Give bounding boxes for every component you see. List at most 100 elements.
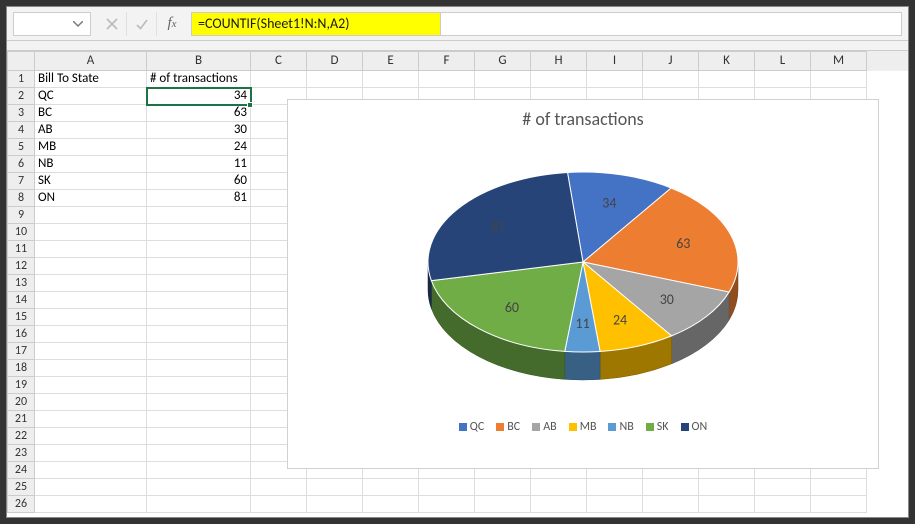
cell-B16[interactable] <box>147 326 251 343</box>
row-header-19[interactable]: 19 <box>7 377 35 394</box>
spreadsheet-grid[interactable]: ABCDEFGHIJKLM 1Bill To State# of transac… <box>7 51 908 517</box>
cell-K25[interactable] <box>699 479 755 496</box>
cell-E25[interactable] <box>363 479 419 496</box>
row-header-18[interactable]: 18 <box>7 360 35 377</box>
row-header-1[interactable]: 1 <box>7 71 35 88</box>
cell-A22[interactable] <box>35 428 147 445</box>
cell-D26[interactable] <box>307 496 363 513</box>
cell-E1[interactable] <box>363 71 419 88</box>
cell-A8[interactable]: ON <box>35 190 147 207</box>
cell-B24[interactable] <box>147 462 251 479</box>
col-header-H[interactable]: H <box>531 51 587 71</box>
cell-A23[interactable] <box>35 445 147 462</box>
row-header-22[interactable]: 22 <box>7 428 35 445</box>
cell-A17[interactable] <box>35 343 147 360</box>
cell-A1[interactable]: Bill To State <box>35 71 147 88</box>
cell-K1[interactable] <box>699 71 755 88</box>
row-header-3[interactable]: 3 <box>7 105 35 122</box>
cell-H1[interactable] <box>531 71 587 88</box>
cell-B22[interactable] <box>147 428 251 445</box>
cell-C25[interactable] <box>251 479 307 496</box>
cell-G1[interactable] <box>475 71 531 88</box>
cell-B21[interactable] <box>147 411 251 428</box>
cell-A7[interactable]: SK <box>35 173 147 190</box>
cell-A2[interactable]: QC <box>35 88 147 105</box>
row-header-10[interactable]: 10 <box>7 224 35 241</box>
cell-B25[interactable] <box>147 479 251 496</box>
cell-B23[interactable] <box>147 445 251 462</box>
select-all-corner[interactable] <box>7 51 35 71</box>
cell-A10[interactable] <box>35 224 147 241</box>
cell-B26[interactable] <box>147 496 251 513</box>
cell-B3[interactable]: 63 <box>147 105 251 122</box>
col-header-M[interactable]: M <box>811 51 867 71</box>
row-header-20[interactable]: 20 <box>7 394 35 411</box>
cell-B18[interactable] <box>147 360 251 377</box>
row-header-12[interactable]: 12 <box>7 258 35 275</box>
cell-K26[interactable] <box>699 496 755 513</box>
cell-B4[interactable]: 30 <box>147 122 251 139</box>
cell-B11[interactable] <box>147 241 251 258</box>
cell-I25[interactable] <box>587 479 643 496</box>
legend-item-NB[interactable]: NB <box>608 420 633 434</box>
cell-L1[interactable] <box>755 71 811 88</box>
cell-C1[interactable] <box>251 71 307 88</box>
cell-M26[interactable] <box>811 496 867 513</box>
cell-A15[interactable] <box>35 309 147 326</box>
cell-B10[interactable] <box>147 224 251 241</box>
legend-item-QC[interactable]: QC <box>459 420 484 434</box>
cell-I26[interactable] <box>587 496 643 513</box>
row-header-26[interactable]: 26 <box>7 496 35 513</box>
cell-A4[interactable]: AB <box>35 122 147 139</box>
row-header-25[interactable]: 25 <box>7 479 35 496</box>
legend-item-MB[interactable]: MB <box>569 420 597 434</box>
row-header-17[interactable]: 17 <box>7 343 35 360</box>
cell-A13[interactable] <box>35 275 147 292</box>
cell-B9[interactable] <box>147 207 251 224</box>
col-header-E[interactable]: E <box>363 51 419 71</box>
cell-J1[interactable] <box>643 71 699 88</box>
cell-B20[interactable] <box>147 394 251 411</box>
cell-F1[interactable] <box>419 71 475 88</box>
legend-item-SK[interactable]: SK <box>646 420 669 434</box>
cell-A9[interactable] <box>35 207 147 224</box>
name-box-dropdown-icon[interactable] <box>70 13 86 35</box>
legend-item-BC[interactable]: BC <box>496 420 520 434</box>
legend-item-AB[interactable]: AB <box>532 420 556 434</box>
row-header-5[interactable]: 5 <box>7 139 35 156</box>
legend-item-ON[interactable]: ON <box>681 420 708 434</box>
fill-handle[interactable] <box>247 102 253 108</box>
cell-L26[interactable] <box>755 496 811 513</box>
cell-B2[interactable]: 34 <box>147 88 251 105</box>
row-header-14[interactable]: 14 <box>7 292 35 309</box>
row-header-6[interactable]: 6 <box>7 156 35 173</box>
col-header-C[interactable]: C <box>251 51 307 71</box>
row-header-13[interactable]: 13 <box>7 275 35 292</box>
cell-G25[interactable] <box>475 479 531 496</box>
fx-icon[interactable]: fx <box>157 15 187 32</box>
cell-A18[interactable] <box>35 360 147 377</box>
cell-B12[interactable] <box>147 258 251 275</box>
pie-slice-ON[interactable] <box>428 172 583 280</box>
formula-input-extra[interactable] <box>441 12 902 36</box>
row-header-21[interactable]: 21 <box>7 411 35 428</box>
cell-A5[interactable]: MB <box>35 139 147 156</box>
row-header-11[interactable]: 11 <box>7 241 35 258</box>
cell-H25[interactable] <box>531 479 587 496</box>
cell-J26[interactable] <box>643 496 699 513</box>
cell-M1[interactable] <box>811 71 867 88</box>
cell-B17[interactable] <box>147 343 251 360</box>
cell-A12[interactable] <box>35 258 147 275</box>
cell-E26[interactable] <box>363 496 419 513</box>
cell-M25[interactable] <box>811 479 867 496</box>
chart-container[interactable]: # of transactions 34633024116081 QCBCABM… <box>287 99 879 469</box>
cell-A14[interactable] <box>35 292 147 309</box>
row-header-7[interactable]: 7 <box>7 173 35 190</box>
cell-F25[interactable] <box>419 479 475 496</box>
cell-A20[interactable] <box>35 394 147 411</box>
cell-B1[interactable]: # of transactions <box>147 71 251 88</box>
cell-B14[interactable] <box>147 292 251 309</box>
cell-A16[interactable] <box>35 326 147 343</box>
row-header-24[interactable]: 24 <box>7 462 35 479</box>
row-header-15[interactable]: 15 <box>7 309 35 326</box>
